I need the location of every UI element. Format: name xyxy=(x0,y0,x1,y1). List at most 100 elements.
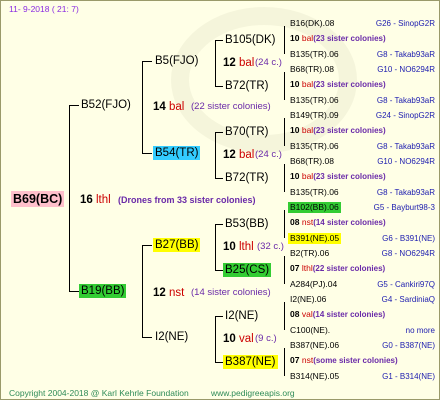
i2-sisters: (9 c.) xyxy=(255,333,277,344)
gen3-b105[interactable]: B105(DK) xyxy=(225,33,276,47)
connector xyxy=(215,224,216,270)
b54-sisters: (24 c.) xyxy=(255,149,282,160)
pedigree-panel: 11- 9-2018 ( 21: 7) B69(BC) 16 lthl (Dro… xyxy=(0,0,440,400)
leaf-name[interactable]: B135(TR).06 xyxy=(290,49,339,60)
leaf-name[interactable]: B314(NE).05 xyxy=(290,371,339,382)
gen3-b387[interactable]: B387(NE) xyxy=(223,355,278,369)
connector xyxy=(284,26,285,54)
gen2-i2[interactable]: I2(NE) xyxy=(155,330,188,344)
leaf-name[interactable]: B102(BB).06 xyxy=(288,201,341,213)
connector xyxy=(69,105,70,291)
connector xyxy=(284,118,285,146)
connector xyxy=(215,270,223,271)
father-node[interactable]: B52(FJO) xyxy=(81,98,131,112)
connector xyxy=(284,256,285,284)
connector xyxy=(215,224,223,225)
gen3-b53[interactable]: B53(BB) xyxy=(225,217,268,231)
connector xyxy=(284,164,285,192)
connector xyxy=(215,132,223,133)
gen3-i2ne[interactable]: I2(NE) xyxy=(225,309,258,323)
leaf-name[interactable]: B16(DK).08 xyxy=(290,18,334,29)
connector xyxy=(215,316,223,317)
connector xyxy=(215,40,223,41)
mother-node[interactable]: B19(BB) xyxy=(79,284,127,298)
gen2-b27[interactable]: B27(BB) xyxy=(153,238,201,252)
connector xyxy=(142,245,152,246)
connector xyxy=(142,61,143,153)
mother-sisters: (14 sister colonies) xyxy=(191,287,271,298)
connector xyxy=(142,153,152,154)
leaf-code: G1 - B314(NE) xyxy=(382,371,435,381)
copyright: Copyright 2004-2018 @ Karl Kehrle Founda… xyxy=(9,388,189,398)
leaf-sister-info: 08 val(14 sister colonies) xyxy=(290,309,386,320)
connector xyxy=(215,132,216,178)
leaf-code: G10 - NO6294R xyxy=(377,64,435,74)
leaf-sister-info: 07 lthl(22 sister colonies) xyxy=(290,263,386,274)
gen2-b54[interactable]: B54(TR) xyxy=(153,146,201,160)
connector xyxy=(215,178,223,179)
gen2-b5[interactable]: B5(FJO) xyxy=(155,54,198,68)
leaf-name[interactable]: B391(NE).05 xyxy=(288,232,342,244)
leaf-code: G5 - Bayburt98-3 xyxy=(373,202,435,212)
gen1-number: 16 lthl xyxy=(80,194,111,206)
connector xyxy=(215,316,216,362)
leaf-name[interactable]: B68(TR).08 xyxy=(290,156,334,167)
b5-number: 12 bal xyxy=(223,57,255,69)
connector xyxy=(142,61,152,62)
connector xyxy=(215,362,223,363)
b27-sisters: (32 c.) xyxy=(257,241,284,252)
gen3-b72[interactable]: B72(TR) xyxy=(225,171,268,185)
leaf-code: G24 - SinopG2R xyxy=(375,110,435,120)
i2-number: 10 val xyxy=(223,333,254,345)
b54-number: 12 bal xyxy=(223,149,255,161)
b5-sisters: (24 c.) xyxy=(255,57,282,68)
gen3-b70[interactable]: B70(TR) xyxy=(225,125,268,139)
connector xyxy=(215,40,216,86)
leaf-sister-info: 10 bal(23 sister colonies) xyxy=(290,171,386,182)
leaf-name[interactable]: I2(NE).06 xyxy=(290,294,326,305)
leaf-sister-info: 07 nst(some sister colonies) xyxy=(290,355,398,366)
connector xyxy=(69,105,79,106)
b27-number: 10 lthl xyxy=(223,241,254,253)
leaf-name[interactable]: B135(TR).06 xyxy=(290,187,339,198)
website-link[interactable]: www.pedigreeapis.org xyxy=(211,387,295,399)
connector xyxy=(284,72,285,100)
leaf-code: G8 - NO6294R xyxy=(381,248,435,258)
mother-number: 12 nst xyxy=(153,287,185,299)
leaf-name[interactable]: A284(PJ).04 xyxy=(290,279,337,290)
leaf-name[interactable]: B135(TR).06 xyxy=(290,95,339,106)
leaf-code: G6 - B391(NE) xyxy=(382,233,435,243)
leaf-code: G5 - Cankiri97Q xyxy=(377,279,435,289)
connector xyxy=(284,348,285,376)
leaf-code: G8 - Takab93aR xyxy=(376,187,435,197)
gen3-b25[interactable]: B25(CS) xyxy=(223,263,272,277)
gen3-b72[interactable]: B72(TR) xyxy=(225,79,268,93)
connector xyxy=(284,302,285,330)
leaf-name[interactable]: B135(TR).06 xyxy=(290,141,339,152)
leaf-sister-info: 10 bal(23 sister colonies) xyxy=(290,125,386,136)
father-number: 14 bal xyxy=(153,101,185,113)
leaf-sister-info: 10 bal(23 sister colonies) xyxy=(290,79,386,90)
father-sisters: (22 sister colonies) xyxy=(191,101,271,112)
connector xyxy=(142,337,152,338)
drones-info: (Drones from 33 sister colonies) xyxy=(118,195,256,205)
leaf-sister-info: 08 nst(14 sister colonies) xyxy=(290,217,386,228)
leaf-name[interactable]: B387(NE).06 xyxy=(290,340,339,351)
leaf-code: G8 - Takab93aR xyxy=(376,49,435,59)
leaf-code: G0 - B387(NE) xyxy=(382,340,435,350)
leaf-code: G8 - Takab93aR xyxy=(376,141,435,151)
date-stamp: 11- 9-2018 ( 21: 7) xyxy=(9,4,79,14)
leaf-name[interactable]: B2(TR).06 xyxy=(290,248,329,259)
leaf-code: G8 - Takab93aR xyxy=(376,95,435,105)
leaf-code: G10 - NO6294R xyxy=(377,156,435,166)
connector xyxy=(142,245,143,337)
leaf-name[interactable]: B68(TR).08 xyxy=(290,64,334,75)
leaf-code: no more xyxy=(405,325,435,335)
leaf-name[interactable]: B149(TR).09 xyxy=(290,110,339,121)
connector xyxy=(284,210,285,238)
leaf-name[interactable]: C100(NE). xyxy=(290,325,330,336)
connector xyxy=(69,291,79,292)
leaf-sister-info: 10 bal(23 sister colonies) xyxy=(290,33,386,44)
root-queen[interactable]: B69(BC) xyxy=(11,191,65,207)
leaf-code: G4 - SardiniaQ xyxy=(381,294,435,304)
